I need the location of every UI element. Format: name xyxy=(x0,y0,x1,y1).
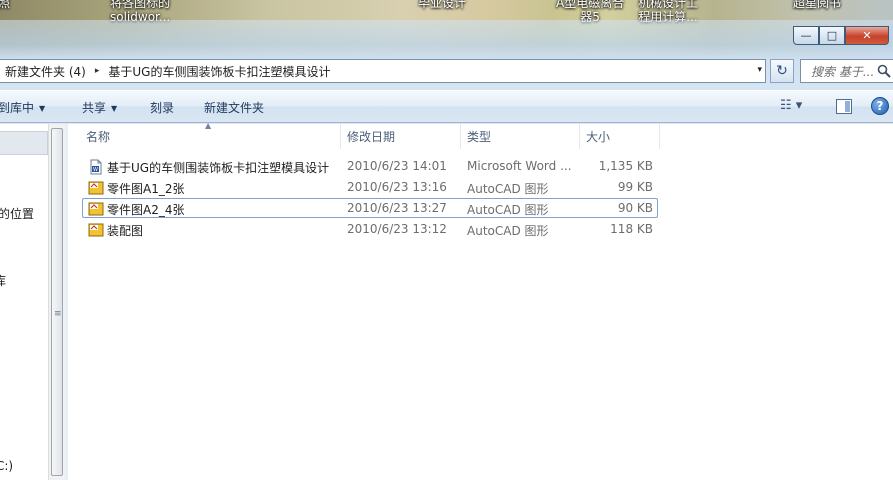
file-size: 90 KB xyxy=(617,201,653,215)
file-row[interactable]: 装配图 2010/6/23 13:12 AutoCAD 图形 118 KB xyxy=(82,219,658,239)
autocad-icon xyxy=(88,223,104,237)
file-name: 装配图 xyxy=(107,224,144,238)
burn-button[interactable]: 刻录 xyxy=(150,99,174,116)
search-icon[interactable] xyxy=(877,64,891,78)
file-name: 零件图A2_4张 xyxy=(107,203,185,217)
autocad-icon xyxy=(88,202,104,216)
navigation-pane: 的位置 库 C:) xyxy=(0,124,48,480)
desktop-icon-label[interactable]: 照 xyxy=(0,0,10,10)
file-type: AutoCAD 图形 xyxy=(467,203,549,217)
column-header-type[interactable]: 类型 xyxy=(461,124,580,149)
svg-text:W: W xyxy=(93,167,98,173)
file-name: 基于UG的车侧围装饰板卡扣注塑模具设计 xyxy=(107,161,330,175)
preview-pane-icon[interactable] xyxy=(836,99,852,114)
file-name: 零件图A1_2张 xyxy=(107,182,185,196)
maximize-button[interactable]: □ xyxy=(819,26,845,45)
nav-selected-item[interactable] xyxy=(0,131,48,155)
include-in-library-button[interactable]: 到库中 ▼ xyxy=(0,99,45,116)
file-size: 118 KB xyxy=(610,222,653,236)
file-row[interactable]: W 基于UG的车侧围装饰板卡扣注塑模具设计 2010/6/23 14:01 Mi… xyxy=(82,156,658,176)
address-history-dropdown-icon[interactable]: ▾ xyxy=(757,65,762,75)
desktop-icon-label[interactable]: 毕业设计 xyxy=(418,0,466,10)
column-header-name[interactable]: 名称 xyxy=(80,124,341,149)
nav-item-recent-places[interactable]: 的位置 xyxy=(0,205,34,222)
breadcrumb-item[interactable]: 新建文件夹 (4) xyxy=(0,63,86,80)
minimize-button[interactable]: — xyxy=(793,26,819,45)
help-icon[interactable]: ? xyxy=(871,97,889,115)
command-bar: 到库中 ▼ 共享 ▼ 刻录 新建文件夹 ☷ ▾ ? xyxy=(0,90,893,123)
column-header-date[interactable]: 修改日期 xyxy=(341,124,461,149)
caption-buttons: — □ ✕ xyxy=(793,26,889,45)
search-box[interactable]: 搜索 基于... xyxy=(800,59,893,83)
file-date: 2010/6/23 13:16 xyxy=(347,180,447,194)
file-size: 1,135 KB xyxy=(598,159,653,173)
file-row[interactable]: 零件图A1_2张 2010/6/23 13:16 AutoCAD 图形 99 K… xyxy=(82,177,658,197)
breadcrumb-separator-icon[interactable]: ▸ xyxy=(95,66,100,76)
nav-item-drive-c[interactable]: C:) xyxy=(0,459,13,473)
autocad-icon xyxy=(88,181,104,195)
chevron-down-icon: ▼ xyxy=(39,104,46,113)
nav-item-libraries[interactable]: 库 xyxy=(0,272,6,289)
file-date: 2010/6/23 13:27 xyxy=(347,201,447,215)
refresh-button[interactable]: ↻ xyxy=(770,59,794,83)
nav-scrollbar[interactable]: ≡ xyxy=(48,124,65,480)
file-date: 2010/6/23 13:12 xyxy=(347,222,447,236)
word-doc-icon: W xyxy=(90,159,102,175)
chevron-down-icon: ▼ xyxy=(111,104,118,113)
file-size: 99 KB xyxy=(617,180,653,194)
file-list: ▲ 名称 修改日期 类型 大小 W 基于UG的车侧围装饰板卡扣注塑模具设计 20… xyxy=(68,121,893,480)
file-type: AutoCAD 图形 xyxy=(467,224,549,238)
share-label: 共享 xyxy=(82,101,107,115)
change-view-button[interactable]: ☷ ▾ xyxy=(780,98,802,113)
search-placeholder: 搜索 基于... xyxy=(811,64,875,79)
share-button[interactable]: 共享 ▼ xyxy=(82,99,117,116)
include-in-library-label: 到库中 xyxy=(0,101,35,115)
column-header-size[interactable]: 大小 xyxy=(580,124,660,149)
file-type: Microsoft Word ... xyxy=(467,159,572,173)
address-bar[interactable]: 新建文件夹 (4) ▸ 基于UG的车侧围装饰板卡扣注塑模具设计 ▾ xyxy=(0,59,766,83)
file-date: 2010/6/23 14:01 xyxy=(347,159,447,173)
nav-scrollbar-thumb[interactable]: ≡ xyxy=(51,128,63,476)
file-row-selected[interactable]: 零件图A2_4张 2010/6/23 13:27 AutoCAD 图形 90 K… xyxy=(82,198,658,218)
desktop-icon-label[interactable]: 超星阅书 xyxy=(793,0,841,10)
close-button[interactable]: ✕ xyxy=(845,26,889,45)
grip-icon: ≡ xyxy=(54,309,62,319)
file-type: AutoCAD 图形 xyxy=(467,182,549,196)
breadcrumb-item[interactable]: 基于UG的车侧围装饰板卡扣注塑模具设计 xyxy=(108,63,330,80)
new-folder-button[interactable]: 新建文件夹 xyxy=(204,99,264,116)
